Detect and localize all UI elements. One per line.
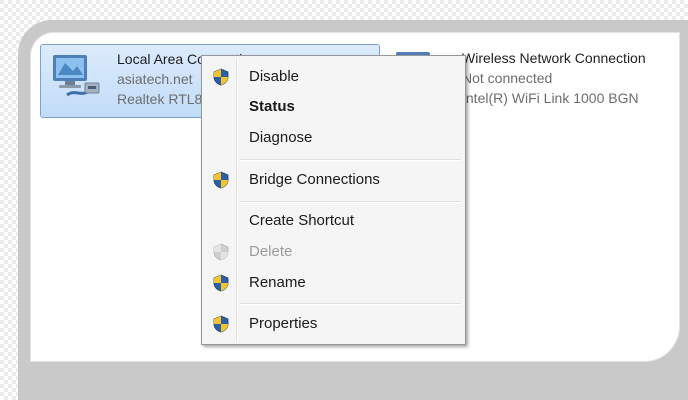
menu-item-disable[interactable]: Disable: [204, 64, 463, 90]
menu-item-diagnose[interactable]: Diagnose: [204, 125, 463, 151]
menu-item-label: Create Shortcut: [249, 212, 355, 229]
uac-shield-icon: [213, 315, 229, 333]
menu-item-label: Disable: [249, 68, 300, 85]
context-menu: Disable Status Diagnose Bridge Connectio…: [201, 55, 466, 345]
menu-item-create-shortcut[interactable]: Create Shortcut: [204, 208, 463, 234]
menu-item-label: Diagnose: [249, 129, 313, 146]
uac-shield-icon: [213, 171, 229, 189]
menu-item-label: Status: [249, 98, 295, 115]
menu-separator: [240, 303, 461, 305]
menu-item-rename[interactable]: Rename: [204, 270, 463, 296]
menu-item-label: Bridge Connections: [249, 171, 380, 188]
uac-shield-icon: [213, 68, 229, 86]
menu-item-properties[interactable]: Properties: [204, 311, 463, 337]
menu-separator: [240, 159, 461, 161]
menu-item-label: Properties: [249, 315, 318, 332]
menu-item-delete: Delete: [204, 239, 463, 265]
uac-shield-icon: [213, 274, 229, 292]
connection-name: Wireless Network Connection: [462, 50, 646, 66]
connection-device: Intel(R) WiFi Link 1000 BGN: [462, 90, 639, 106]
menu-item-label: Rename: [249, 274, 306, 291]
menu-separator: [240, 201, 461, 203]
menu-item-bridge-connections[interactable]: Bridge Connections: [204, 167, 463, 193]
menu-item-status[interactable]: Status: [204, 94, 463, 120]
wired-network-adapter-icon: [53, 55, 100, 97]
uac-shield-icon: [213, 243, 229, 261]
menu-item-label: Delete: [249, 243, 293, 260]
connection-status: Not connected: [462, 70, 553, 86]
